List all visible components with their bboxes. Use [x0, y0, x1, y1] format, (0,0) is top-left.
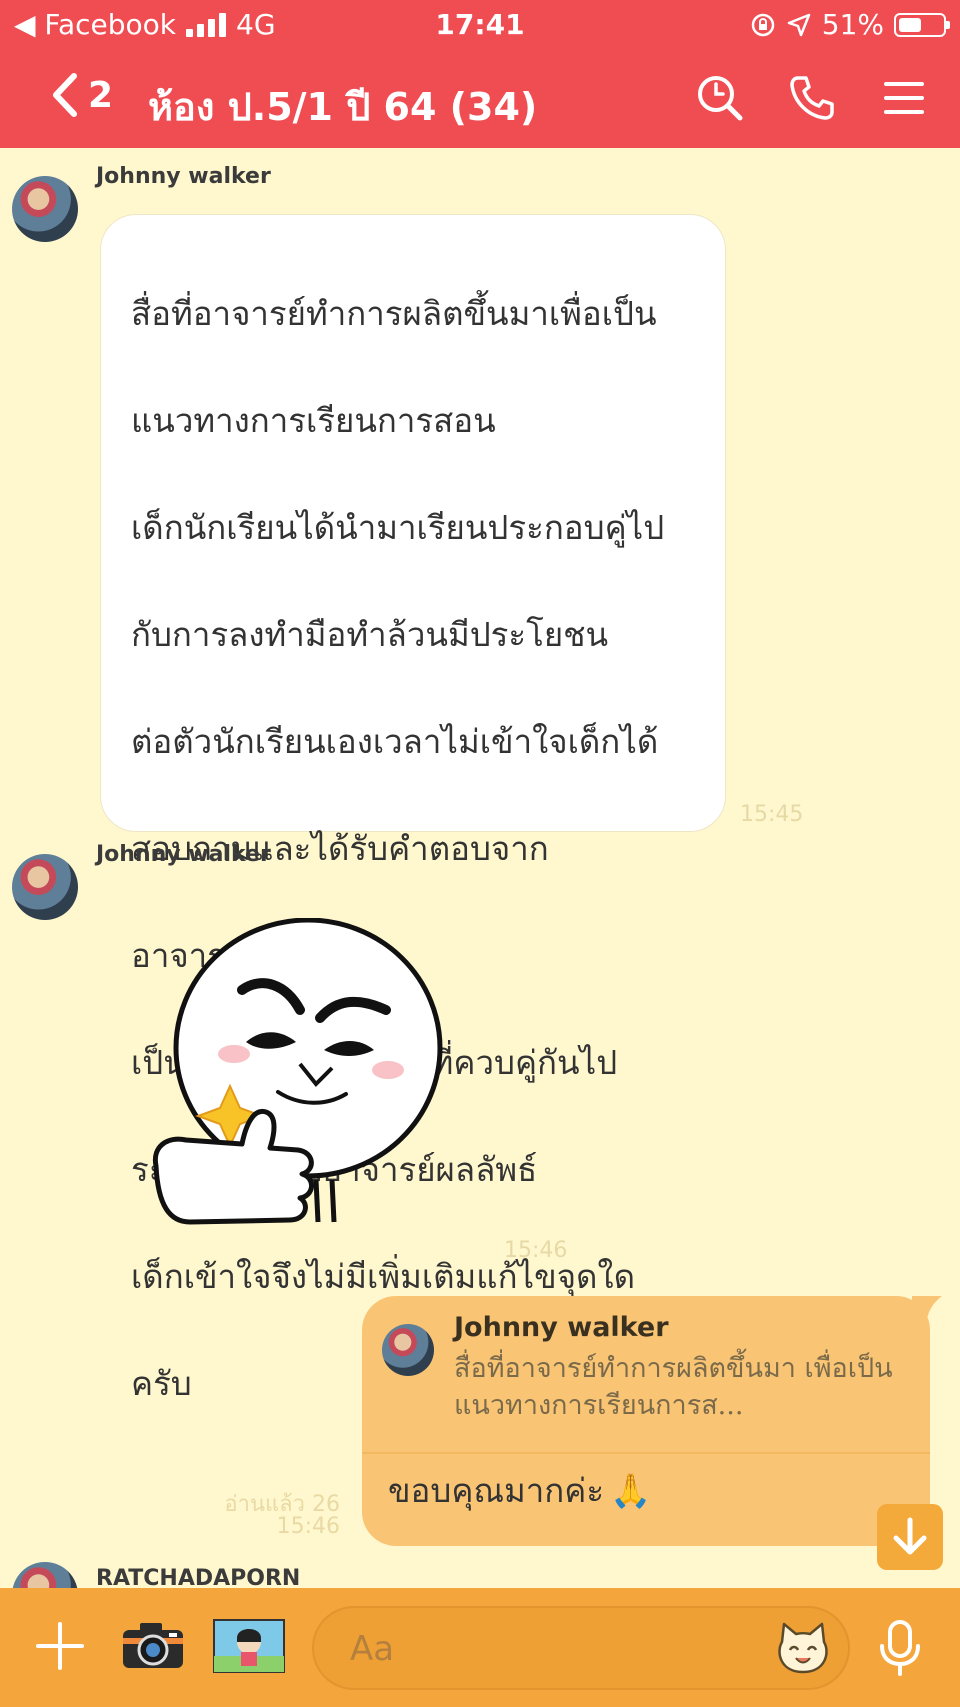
search-icon[interactable] [694, 72, 746, 124]
menu-icon[interactable] [878, 72, 930, 124]
message-input-wrapper[interactable] [312, 1606, 850, 1690]
emoji-sticker-icon[interactable] [774, 1620, 832, 1678]
message-time: 15:45 [740, 802, 804, 827]
chat-header: 2 ห้อง ป.5/1 ปี 64 (34) [0, 50, 960, 148]
praying-hands-emoji: 🙏 [610, 1470, 652, 1510]
avatar[interactable] [12, 176, 78, 242]
scroll-to-bottom-button[interactable] [877, 1504, 943, 1570]
message-line: เด็กเข้าใจจึงไม่มีเพิ่มเติมแก้ไขจุดใด [131, 1256, 636, 1296]
message-line: เด็กนักเรียนได้นำมาเรียนประกอบคู่ไป [131, 507, 665, 547]
message-line: ต่อตัวนักเรียนเองเวลาไม่เข้าใจเด็กได้ [131, 721, 659, 761]
reply-bubble[interactable]: Johnny walker สื่อที่อาจารย์ทำการผลิตขึ้… [362, 1296, 942, 1546]
plus-icon[interactable] [34, 1620, 86, 1672]
avatar[interactable] [12, 1562, 78, 1588]
message-time: 15:46 [504, 1238, 568, 1263]
thumbs-up-face-sticker[interactable] [150, 918, 450, 1228]
arrow-down-icon [893, 1517, 927, 1555]
quoted-text: สื่อที่อาจารย์ทำการผลิตขึ้นมา เพื่อเป็นแ… [454, 1353, 893, 1421]
chat-area[interactable]: Johnny walker สื่อที่อาจารย์ทำการผลิตขึ้… [0, 148, 960, 1588]
message-time: 15:46 [276, 1514, 340, 1539]
message-bubble[interactable]: สื่อที่อาจารย์ทำการผลิตขึ้นมาเพื่อเป็น แ… [100, 214, 726, 1403]
battery-percent: 51% [821, 8, 884, 41]
message-line: สื่อที่อาจารย์ทำการผลิตขึ้นมาเพื่อเป็น [131, 293, 657, 333]
sender-name: Johnny walker [96, 842, 271, 867]
chevron-left-icon [53, 73, 77, 117]
phone-icon[interactable] [786, 72, 838, 124]
message-line: แนวทางการเรียนการสอน [131, 400, 496, 440]
microphone-icon[interactable] [876, 1618, 924, 1678]
message-input[interactable] [348, 1624, 752, 1674]
quoted-sender: Johnny walker [454, 1312, 669, 1343]
battery-icon [894, 12, 950, 37]
sender-name: Johnny walker [96, 164, 271, 189]
quoted-avatar [382, 1324, 434, 1376]
message-line: กับการลงทำมือทำล้วนมีประโยชน [131, 614, 609, 654]
sender-name: RATCHADAPORN [96, 1566, 301, 1588]
chat-title[interactable]: ห้อง ป.5/1 ปี 64 (34) [148, 76, 537, 137]
location-icon [787, 13, 811, 36]
avatar[interactable] [12, 854, 78, 920]
reply-text: ขอบคุณมากค่ะ [388, 1471, 605, 1510]
gallery-icon[interactable] [212, 1618, 286, 1674]
unread-count: 2 [88, 74, 114, 116]
message-text: ขอบคุณมากค่ะ 🙏 [388, 1464, 651, 1517]
back-button[interactable]: 2 [50, 72, 113, 118]
message-composer [0, 1588, 960, 1707]
camera-icon[interactable] [120, 1618, 186, 1672]
rotation-lock-icon [751, 13, 775, 36]
quoted-message[interactable]: Johnny walker สื่อที่อาจารย์ทำการผลิตขึ้… [362, 1296, 930, 1454]
status-bar: ◀ Facebook 4G 17:41 51% [0, 0, 960, 50]
